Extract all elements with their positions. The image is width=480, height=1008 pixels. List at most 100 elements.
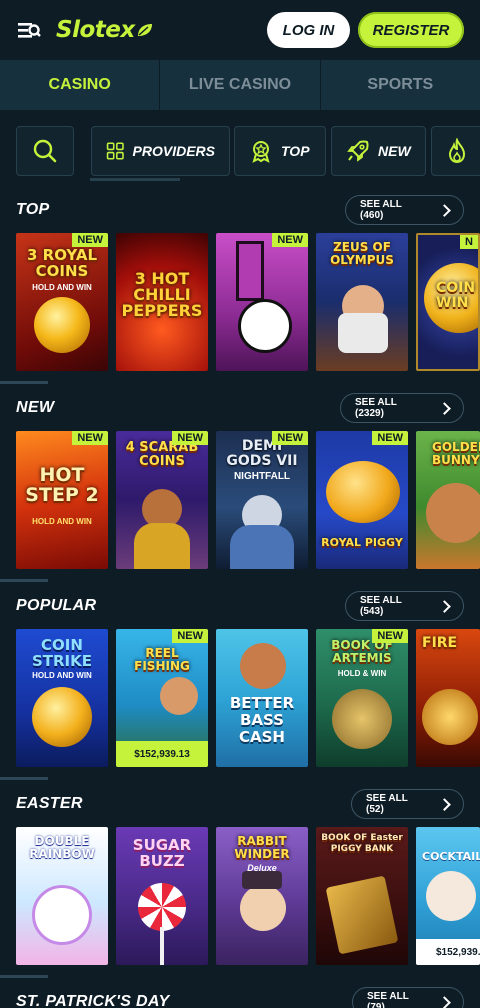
row-scroll-indicator	[0, 777, 48, 780]
search-button[interactable]	[16, 126, 74, 176]
game-tile-double-rainbow[interactable]: DOUBLE RAINBOW	[16, 827, 108, 965]
game-tile-royal-piggy[interactable]: ROYAL PIGGY NEW	[316, 431, 408, 569]
game-tile-book-of-artemis[interactable]: BOOK OF ARTEMIS HOLD & WIN NEW	[316, 629, 408, 767]
game-title: 4 SCARAB COINS	[125, 440, 199, 469]
artemis-art	[332, 689, 392, 749]
filter-new[interactable]: NEW	[331, 126, 426, 176]
game-tile-coin-strike[interactable]: COIN STRIKE HOLD AND WIN	[16, 629, 108, 767]
coin-art	[32, 687, 92, 747]
game-subtitle: HOLD & WIN	[337, 669, 387, 678]
cross-art	[236, 241, 264, 301]
game-tile-book-of-easter[interactable]: BOOK OF Easter PIGGY BANK	[316, 827, 408, 965]
game-tile-sugar-buzz[interactable]: SUGAR BUZZ	[116, 827, 208, 965]
new-badge: NEW	[72, 431, 108, 445]
game-title: RABBIT WINDER	[234, 834, 290, 861]
new-badge: NEW	[272, 431, 308, 445]
bunny-art	[426, 871, 476, 921]
game-title: SUGAR BUZZ	[132, 836, 192, 870]
see-all-label: SEE ALL (2329)	[355, 397, 397, 419]
game-title: REEL FISHING	[134, 646, 190, 673]
queen-dress-art	[134, 523, 190, 569]
filter-label: PROVIDERS	[132, 143, 215, 159]
game-tile-fire[interactable]: FIRE	[416, 629, 480, 767]
game-tile-cocktail[interactable]: COCKTAIL $152,939.	[416, 827, 480, 965]
tab-sports[interactable]: SPORTS	[321, 60, 480, 110]
beard-art	[338, 313, 388, 353]
chevron-right-icon	[438, 797, 451, 811]
game-tile-3-hot-chilli-peppers[interactable]: 3 HOT CHILLI PEPPERS	[116, 233, 208, 371]
game-title: COCKTAIL	[422, 850, 480, 863]
game-subtitle: Deluxe	[247, 863, 277, 873]
game-tile-golden-bunny[interactable]: GOLDEN BUNNY	[416, 431, 480, 569]
game-subtitle: HOLD AND WIN	[32, 517, 92, 526]
see-all-popular-button[interactable]: SEE ALL (543)	[345, 591, 464, 621]
logo[interactable]: Slotex	[56, 14, 154, 46]
chevron-right-icon	[438, 401, 451, 415]
see-all-label: SEE ALL (543)	[360, 595, 402, 617]
login-button[interactable]: LOG IN	[267, 12, 350, 48]
filter-scroll-indicator	[90, 178, 180, 181]
new-badge: NEW	[172, 431, 208, 445]
new-badge: N	[460, 235, 478, 249]
game-tile-reel-fishing[interactable]: REEL FISHING NEW $152,939.13	[116, 629, 208, 767]
game-tile-better-bass-cash[interactable]: BETTER BASS CASH	[216, 629, 308, 767]
rabbit-art	[240, 885, 286, 931]
lollipop-art	[138, 883, 186, 931]
section-title-new: NEW	[16, 399, 55, 416]
cat-art	[238, 299, 292, 353]
fisherman-art	[240, 643, 286, 689]
filter-label: NEW	[378, 143, 411, 159]
game-title: COIN STRIKE	[31, 636, 93, 670]
game-tile-3-royal-coins[interactable]: 3 ROYAL COINS HOLD AND WIN NEW	[16, 233, 108, 371]
game-title: DOUBLE RAINBOW	[29, 834, 95, 861]
game-title: HOT STEP 2	[25, 464, 99, 506]
chevron-right-icon	[438, 203, 451, 217]
register-button[interactable]: REGISTER	[358, 12, 464, 48]
game-title: BOOK OF Easter PIGGY BANK	[321, 833, 403, 854]
see-all-label: SEE ALL (52)	[366, 793, 408, 815]
rocket-icon	[347, 140, 369, 162]
bunny-art	[426, 483, 480, 543]
see-all-new-button[interactable]: SEE ALL (2329)	[340, 393, 464, 423]
game-tile-coin-win[interactable]: COIN WIN N	[416, 233, 480, 371]
see-all-top-button[interactable]: SEE ALL (460)	[345, 195, 464, 225]
game-tile-zeus-of-olympus[interactable]: ZEUS OF OLYMPUS	[316, 233, 408, 371]
game-title: ZEUS OF OLYMPUS	[330, 240, 394, 267]
chevron-right-icon	[438, 995, 451, 1008]
unicorn-art	[32, 885, 92, 945]
book-art	[325, 875, 399, 955]
award-icon	[252, 141, 270, 163]
game-title: ROYAL PIGGY	[321, 536, 403, 549]
see-all-label: SEE ALL (79)	[367, 991, 409, 1008]
game-subtitle: HOLD AND WIN	[32, 671, 92, 680]
game-tile-cartoon-cat[interactable]: NEW	[216, 233, 308, 371]
category-tabs: CASINO LIVE CASINO SPORTS	[0, 60, 480, 110]
filter-bar: PROVIDERS TOP NEW	[0, 126, 480, 176]
row-scroll-indicator	[0, 975, 48, 978]
see-all-label: SEE ALL (460)	[360, 199, 402, 221]
filter-hot[interactable]	[431, 126, 480, 176]
game-tile-demi-gods-vii[interactable]: DEMI GODS VII NIGHTFALL NEW	[216, 431, 308, 569]
flame-icon	[448, 138, 466, 164]
logo-text: Slotex	[56, 17, 135, 43]
train-art	[422, 689, 478, 745]
filter-providers[interactable]: PROVIDERS	[91, 126, 230, 176]
filter-label: TOP	[281, 143, 310, 159]
game-tile-4-scarab-coins[interactable]: 4 SCARAB COINS NEW	[116, 431, 208, 569]
game-title: COIN WIN	[436, 280, 476, 311]
tab-casino[interactable]: CASINO	[0, 60, 161, 110]
lollipop-stick-art	[160, 927, 164, 965]
filter-top[interactable]: TOP	[234, 126, 326, 176]
game-title: 3 HOT CHILLI PEPPERS	[121, 269, 203, 320]
game-tile-hot-step-2[interactable]: HOT STEP 2 HOLD AND WIN NEW	[16, 431, 108, 569]
game-tile-rabbit-winder[interactable]: RABBIT WINDER Deluxe	[216, 827, 308, 965]
game-title: BETTER BASS CASH	[229, 694, 295, 746]
see-all-easter-button[interactable]: SEE ALL (52)	[351, 789, 464, 819]
god-robe-art	[230, 525, 294, 569]
game-subtitle: NIGHTFALL	[233, 471, 291, 482]
menu-search-icon[interactable]	[16, 18, 42, 42]
chevron-right-icon	[438, 599, 451, 613]
tab-live-casino[interactable]: LIVE CASINO	[160, 60, 321, 110]
see-all-st-patricks-button[interactable]: SEE ALL (79)	[352, 987, 464, 1008]
search-icon	[33, 139, 57, 163]
